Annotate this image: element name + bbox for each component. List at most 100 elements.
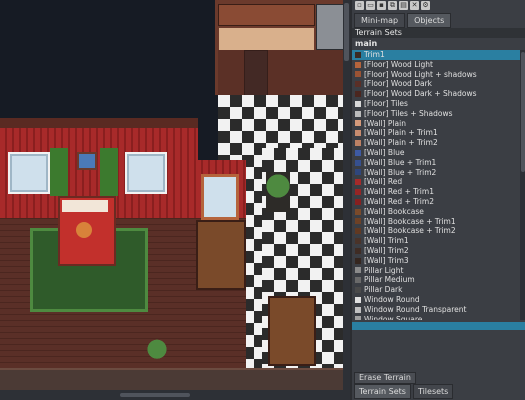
terrain-item[interactable]: Window Round (352, 295, 520, 305)
terrain-item[interactable]: [Wall] Blue + Trim1 (352, 158, 520, 168)
terrain-item[interactable]: [Wall] Blue + Trim2 (352, 168, 520, 178)
fridge (316, 4, 346, 50)
canvas-vertical-scrollbar[interactable] (343, 0, 350, 390)
terrain-swatch-icon (355, 179, 361, 186)
terrain-item[interactable]: [Floor] Wood Dark + Shadows (352, 89, 520, 99)
terrain-swatch-icon (355, 71, 361, 78)
terrain-item-label: [Wall] Trim1 (364, 236, 409, 246)
save-icon[interactable]: ▪ (377, 1, 386, 10)
tab-objects[interactable]: Objects (407, 13, 452, 28)
terrain-item-label: [Wall] Trim2 (364, 245, 409, 255)
terrain-item[interactable]: [Wall] Red + Trim1 (352, 187, 520, 197)
canvas-horizontal-thumb[interactable] (120, 393, 190, 397)
terrain-item[interactable]: [Wall] Red (352, 177, 520, 187)
plant-hall (266, 172, 290, 212)
terrain-swatch-icon (355, 110, 361, 117)
terrain-item-label: [Wall] Bookcase + Trim2 (364, 226, 456, 236)
terrain-item-label: [Wall] Red + Trim1 (364, 187, 434, 197)
plant-bedroom (146, 338, 168, 370)
terrain-swatch-icon (355, 257, 361, 264)
panel-header: Terrain Sets (352, 28, 525, 38)
terrain-item[interactable]: [Floor] Tiles + Shadows (352, 109, 520, 119)
terrain-item[interactable]: [Floor] Wood Dark (352, 79, 520, 89)
terrain-item[interactable]: Window Square (352, 315, 520, 320)
terrain-item[interactable]: [Floor] Wood Light + shadows (352, 70, 520, 80)
terrain-swatch-icon (355, 228, 361, 235)
wall-trim (0, 118, 198, 128)
terrain-item[interactable]: [Wall] Plain + Trim1 (352, 128, 520, 138)
terrain-item-label: [Floor] Tiles + Shadows (364, 108, 453, 118)
terrain-item-label: Window Square (364, 314, 423, 320)
terrain-item[interactable]: Window Round Transparent (352, 305, 520, 315)
terrain-swatch-icon (355, 198, 361, 205)
paste-icon[interactable]: ▤ (399, 1, 408, 10)
terrain-panel: ▫ ▭ ▪ ⧉ ▤ ✕ ⚙ Mini-map Objects Terrain Sets ma… (350, 0, 525, 400)
terrain-item[interactable]: Trim1 (352, 50, 520, 60)
kitchen-counter (218, 27, 315, 51)
terrain-item[interactable]: [Wall] Red + Trim2 (352, 197, 520, 207)
terrain-item-label: [Floor] Wood Dark (364, 79, 432, 89)
terrain-item[interactable]: [Floor] Tiles (352, 99, 520, 109)
terrain-swatch-icon (355, 316, 361, 320)
terrain-item-label: [Wall] Trim3 (364, 255, 409, 265)
terrain-swatch-icon (355, 296, 361, 303)
terrain-swatch-icon (355, 208, 361, 215)
terrain-item[interactable]: [Wall] Plain + Trim2 (352, 138, 520, 148)
terrain-swatch-icon (355, 306, 361, 313)
terrain-list-scrollbar[interactable] (520, 50, 525, 320)
canvas-horizontal-scrollbar[interactable] (0, 390, 350, 400)
curtain-right (100, 148, 118, 196)
table (268, 296, 316, 366)
map-canvas[interactable] (0, 0, 350, 400)
terrain-item[interactable]: [Wall] Bookcase (352, 207, 520, 217)
terrain-item-label: Pillar Dark (364, 285, 403, 295)
terrain-swatch-icon (355, 159, 361, 166)
terrain-item[interactable]: [Wall] Blue (352, 148, 520, 158)
window-right (125, 152, 167, 194)
tab-tilesets[interactable]: Tilesets (412, 384, 454, 399)
terrain-item[interactable]: [Floor] Wood Light (352, 60, 520, 70)
panel-toolbar: ▫ ▭ ▪ ⧉ ▤ ✕ ⚙ (352, 0, 525, 12)
erase-terrain-button[interactable]: Erase Terrain (354, 372, 416, 384)
terrain-swatch-icon (355, 130, 361, 137)
terrain-swatch-icon (355, 100, 361, 107)
open-icon[interactable]: ▭ (366, 1, 375, 10)
terrain-item[interactable]: [Wall] Bookcase + Trim1 (352, 217, 520, 227)
terrain-item[interactable]: [Wall] Bookcase + Trim2 (352, 226, 520, 236)
tab-terrain-sets[interactable]: Terrain Sets (354, 384, 411, 399)
settings-icon[interactable]: ⚙ (421, 1, 430, 10)
copy-icon[interactable]: ⧉ (388, 1, 397, 10)
terrain-item-label: Pillar Light (364, 265, 404, 275)
picture-frame (77, 152, 97, 170)
delete-icon[interactable]: ✕ (410, 1, 419, 10)
terrain-swatch-icon (355, 51, 361, 58)
terrain-swatch-icon (355, 189, 361, 196)
terrain-item-label: [Floor] Wood Dark + Shadows (364, 89, 477, 99)
bed-item (76, 222, 92, 238)
terrain-swatch-icon (355, 218, 361, 225)
terrain-swatch-icon (355, 238, 361, 245)
canvas-vertical-thumb[interactable] (344, 3, 349, 61)
terrain-list[interactable]: Trim1 [Floor] Wood Light [Floor] Wood Ligh… (352, 50, 520, 320)
door-window (201, 174, 239, 220)
terrain-item[interactable]: Pillar Dark (352, 285, 520, 295)
terrain-item[interactable]: [Wall] Plain (352, 119, 520, 129)
terrain-item-label: [Wall] Bookcase (364, 206, 424, 216)
terrain-swatch-icon (355, 287, 361, 294)
tab-mini-map[interactable]: Mini-map (354, 13, 406, 28)
terrain-swatch-icon (355, 81, 361, 88)
terrain-item-label: Pillar Medium (364, 275, 415, 285)
terrain-swatch-icon (355, 277, 361, 284)
wardrobe (196, 220, 246, 290)
terrain-item-label: [Wall] Plain + Trim2 (364, 138, 438, 148)
terrain-item[interactable]: Pillar Medium (352, 275, 520, 285)
terrain-item-label: Trim1 (364, 50, 385, 59)
terrain-item[interactable]: [Wall] Trim3 (352, 256, 520, 266)
terrain-list-thumb[interactable] (521, 52, 525, 172)
terrain-item[interactable]: Pillar Light (352, 266, 520, 276)
window-left (8, 152, 50, 194)
terrain-item[interactable]: [Wall] Trim2 (352, 246, 520, 256)
new-icon[interactable]: ▫ (355, 1, 364, 10)
terrain-item[interactable]: [Wall] Trim1 (352, 236, 520, 246)
terrain-item-label: [Wall] Blue + Trim2 (364, 167, 437, 177)
